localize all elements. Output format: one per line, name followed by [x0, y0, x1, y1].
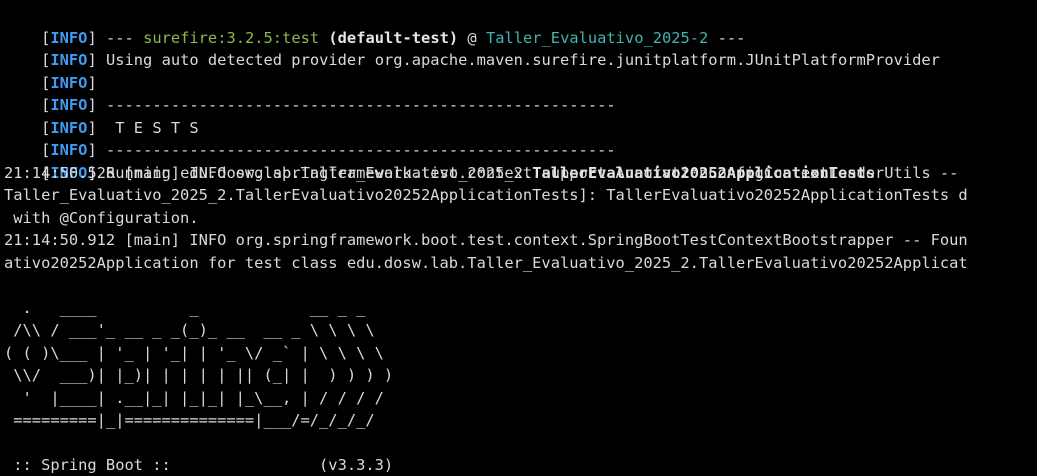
log-line-separator: [INFO] ---------------------------------…	[4, 117, 616, 159]
log-line-surefire: [INFO] --- surefire:3.2.5:test (default-…	[4, 4, 745, 47]
terminal-output[interactable]: [INFO] --- surefire:3.2.5:test (default-…	[0, 0, 1037, 476]
spring-banner-line: \\/ ___)| |_)| | | | | || (_| | ) ) ) )	[4, 366, 394, 384]
log-line-bootstrapper: 21:14:50.912 [main] INFO org.springframe…	[4, 231, 968, 249]
log-line-empty: [INFO]	[4, 49, 97, 92]
log-line-running: [INFO] Running edu.dosw.lab.Taller_Evalu…	[4, 139, 875, 182]
spring-boot-version: :: Spring Boot :: (v3.3.3)	[4, 456, 394, 474]
spring-banner-line: . ____ _ __ _ _	[4, 298, 366, 317]
log-line-separator: [INFO] ---------------------------------…	[4, 72, 616, 114]
log-text: Using auto detected provider org.apache.…	[96, 51, 940, 69]
log-line-provider: [INFO] Using auto detected provider org.…	[4, 27, 940, 69]
spring-banner-line: ' |____| .__|_| |_|_| |_\__, | / / / /	[4, 388, 384, 407]
log-line-bootstrapper-cont: ativo20252Application for test class edu…	[4, 253, 968, 272]
log-line-configuration: with @Configuration.	[4, 208, 199, 227]
log-line-tests-header: [INFO] T E S T S	[4, 94, 199, 137]
log-line-context-loader: 21:14:50.526 [main] INFO org.springframe…	[4, 163, 968, 182]
log-line-context-loader-cont: Taller_Evaluativo_2025_2.TallerEvaluativ…	[4, 186, 968, 204]
spring-banner-line: /\\ / ___'_ __ _ _(_)_ __ __ _ \ \ \ \	[4, 321, 375, 339]
spring-banner-line: =========|_|==============|___/=/_/_/_/	[4, 411, 375, 429]
spring-banner-line: ( ( )\___ | '_ | '_| | '_ \/ _` | \ \ \ …	[4, 343, 384, 362]
